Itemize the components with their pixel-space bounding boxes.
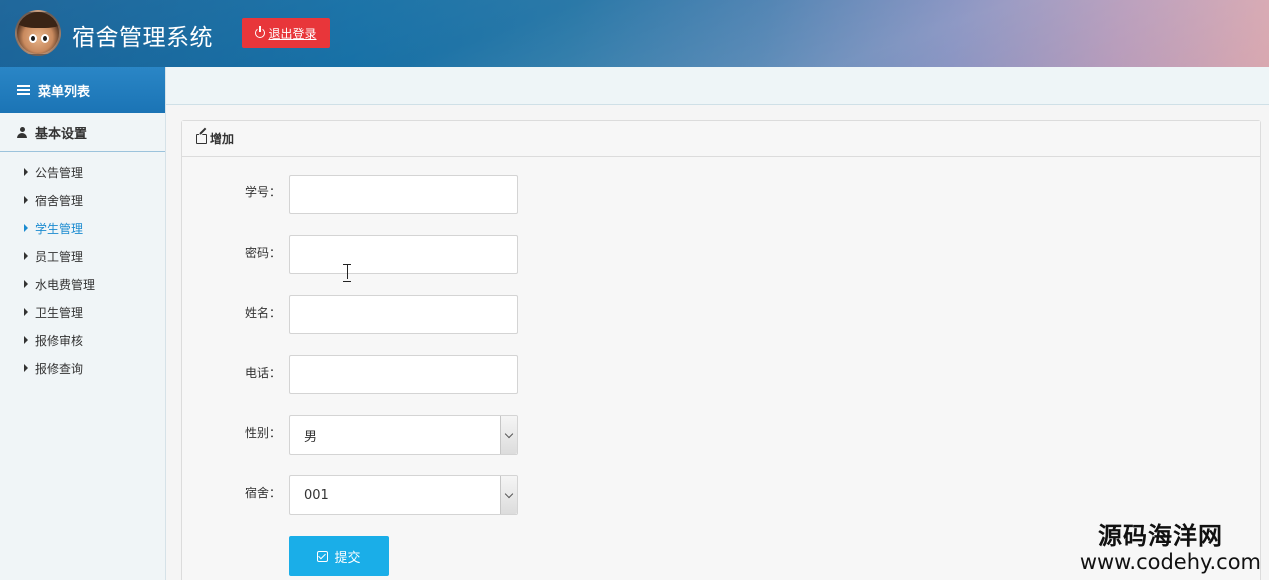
sidebar-item-label: 水电费管理 <box>35 277 96 292</box>
sidebar-menu: 公告管理 宿舍管理 学生管理 员工管理 水电费管理 卫生管理 报修审核 报修查询 <box>0 152 165 382</box>
caret-right-icon <box>24 280 28 288</box>
dorm-value: 001 <box>304 487 329 503</box>
submit-button[interactable]: 提交 <box>289 536 389 576</box>
submit-label: 提交 <box>334 550 361 566</box>
watermark: 源码海洋网 www.codehy.com <box>1080 522 1261 574</box>
sidebar-item-student[interactable]: 学生管理 <box>0 214 165 242</box>
student-id-input[interactable] <box>289 175 518 214</box>
logout-label: 退出登录 <box>268 26 317 41</box>
sidebar-item-label: 卫生管理 <box>35 305 84 320</box>
gender-value: 男 <box>304 429 318 445</box>
sidebar-item-staff[interactable]: 员工管理 <box>0 242 165 270</box>
check-square-icon <box>317 550 329 562</box>
sidebar-item-label: 宿舍管理 <box>35 193 84 208</box>
sidebar-item-hygiene[interactable]: 卫生管理 <box>0 298 165 326</box>
user-icon <box>17 126 27 138</box>
password-label: 密码： <box>244 246 281 260</box>
sidebar-item-label: 学生管理 <box>35 221 84 236</box>
list-icon <box>17 85 30 95</box>
sidebar-item-label: 公告管理 <box>35 165 84 180</box>
caret-right-icon <box>24 364 28 372</box>
gender-label: 性别： <box>244 426 281 440</box>
edit-icon <box>196 133 207 144</box>
menu-list-header: 菜单列表 <box>0 67 165 113</box>
watermark-url: www.codehy.com <box>1079 550 1261 574</box>
caret-right-icon <box>24 224 28 232</box>
dropdown-button[interactable] <box>500 476 517 514</box>
caret-right-icon <box>24 196 28 204</box>
avatar <box>15 10 61 56</box>
sidebar-item-utilities[interactable]: 水电费管理 <box>0 270 165 298</box>
caret-right-icon <box>24 252 28 260</box>
chevron-down-icon <box>504 489 514 498</box>
gender-select[interactable]: 男 <box>289 415 518 455</box>
sidebar-item-label: 报修审核 <box>35 333 84 348</box>
sidebar-item-label: 报修查询 <box>35 361 84 376</box>
phone-label: 电话： <box>244 366 281 380</box>
sidebar-group-label: 基本设置 <box>35 126 88 142</box>
chevron-down-icon <box>504 429 514 438</box>
name-input[interactable] <box>289 295 518 334</box>
panel-title: 增加 <box>210 132 235 146</box>
panel-heading: 增加 <box>182 121 1260 157</box>
sidebar-item-notice[interactable]: 公告管理 <box>0 158 165 186</box>
dorm-select[interactable]: 001 <box>289 475 518 515</box>
dropdown-button[interactable] <box>500 416 517 454</box>
power-icon <box>255 26 266 38</box>
app-header: 宿舍管理系统 退出登录 <box>0 0 1269 67</box>
dorm-label: 宿舍： <box>244 486 281 500</box>
text-cursor-icon <box>343 264 351 282</box>
caret-right-icon <box>24 336 28 344</box>
caret-right-icon <box>24 308 28 316</box>
sidebar-item-repair-query[interactable]: 报修查询 <box>0 354 165 382</box>
phone-input[interactable] <box>289 355 518 394</box>
password-input[interactable] <box>289 235 518 274</box>
name-label: 姓名： <box>244 306 281 320</box>
sidebar-item-dorm[interactable]: 宿舍管理 <box>0 186 165 214</box>
sidebar-group-basic-settings[interactable]: 基本设置 <box>0 113 165 152</box>
sidebar-item-repair-review[interactable]: 报修审核 <box>0 326 165 354</box>
sidebar-item-label: 员工管理 <box>35 249 84 264</box>
student-id-label: 学号： <box>244 185 281 199</box>
content-topbar <box>166 67 1269 105</box>
app-title: 宿舍管理系统 <box>72 25 213 51</box>
logout-button[interactable]: 退出登录 <box>242 18 330 48</box>
menu-list-title: 菜单列表 <box>38 84 91 100</box>
sidebar: 菜单列表 基本设置 公告管理 宿舍管理 学生管理 员工管理 水电费管理 卫生管理 <box>0 67 166 580</box>
caret-right-icon <box>24 168 28 176</box>
watermark-title: 源码海洋网 <box>1098 522 1223 550</box>
